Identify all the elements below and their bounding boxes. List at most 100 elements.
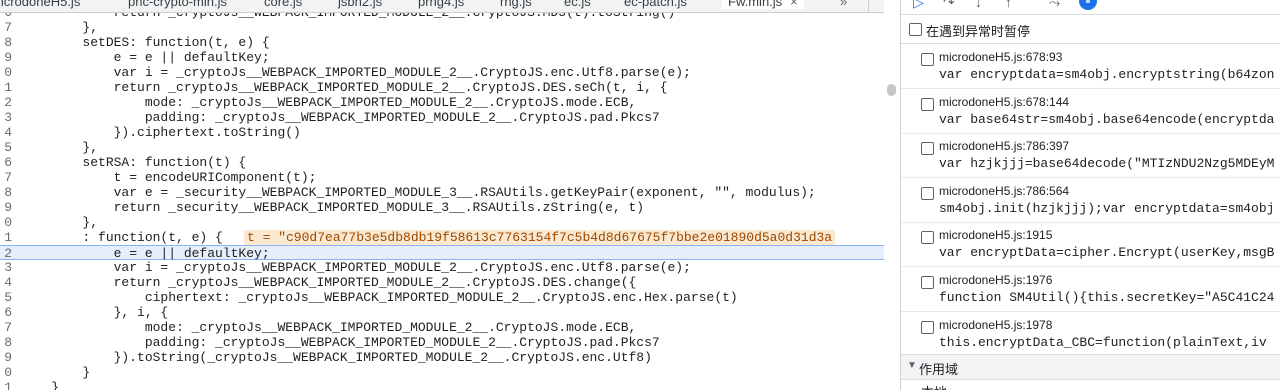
line-number[interactable]: 6	[0, 305, 12, 320]
breakpoint-item[interactable]: microdoneH5.js:678:93 var encryptdata=sm4…	[901, 44, 1280, 89]
breakpoint-item[interactable]: microdoneH5.js:786:397 var hzjkjjj=base64…	[901, 133, 1280, 179]
code-line[interactable]: 9 e = e || defaultKey;	[0, 50, 884, 65]
code-line[interactable]: 1 : function(t, e) { t = "c90d7ea77b3e5d…	[0, 230, 884, 245]
tab-fw-min-label: Fw.min.js	[728, 0, 783, 9]
code-line[interactable]: 3 padding: _cryptoJs__WEBPACK_IMPORTED_M…	[0, 110, 884, 125]
tab-microdoneh5[interactable]: microdoneH5.js	[0, 0, 80, 9]
code-line[interactable]: 7 },	[0, 20, 884, 35]
editor-scrollbar-thumb[interactable]	[887, 84, 896, 96]
line-number[interactable]: 1	[0, 230, 12, 245]
breakpoint-item[interactable]: microdoneH5.js:1976 function SM4Util(){th…	[901, 267, 1280, 312]
line-number[interactable]: 0	[0, 65, 12, 80]
code-line[interactable]: 6 return _cryptoJs__WEBPACK_IMPORTED_MOD…	[0, 13, 884, 20]
code-line[interactable]: 9 }).toString(_cryptoJs__WEBPACK_IMPORTE…	[0, 350, 884, 365]
code-line[interactable]: 0 }	[0, 365, 884, 380]
breakpoint-item[interactable]: microdoneH5.js:678:144 var base64str=sm4o…	[901, 89, 1280, 134]
line-number[interactable]: 8	[0, 35, 12, 50]
expand-arrow-icon[interactable]: ▼	[907, 360, 917, 371]
breakpoint-checkbox[interactable]	[921, 97, 934, 111]
line-number[interactable]: 9	[0, 200, 12, 215]
line-number[interactable]: 8	[0, 335, 12, 350]
code-text: var e = _security__WEBPACK_IMPORTED_MODU…	[20, 185, 816, 200]
code-line[interactable]: 9 return _security__WEBPACK_IMPORTED_MOD…	[0, 200, 884, 215]
code-text: },	[20, 215, 99, 230]
line-number[interactable]: 8	[0, 185, 12, 200]
line-number[interactable]: 5	[0, 140, 12, 155]
line-number[interactable]: 2	[0, 246, 12, 261]
line-number[interactable]: 0	[0, 215, 12, 230]
tab-ec-patch[interactable]: ec-patch.js	[624, 0, 687, 9]
code-line[interactable]: 0 var i = _cryptoJs__WEBPACK_IMPORTED_MO…	[0, 65, 884, 80]
pause-on-exceptions-row[interactable]: 在遇到异常时暂停	[901, 15, 1280, 44]
code-line[interactable]: 6 }, i, {	[0, 305, 884, 320]
file-tab-strip: microdoneH5.js pnc-crypto-min.js core.js…	[0, 0, 884, 13]
current-execution-line[interactable]: 2 e = e || defaultKey;	[0, 245, 884, 261]
more-tabs-icon[interactable]: »	[840, 0, 847, 9]
code-editor[interactable]: 6 return _cryptoJs__WEBPACK_IMPORTED_MOD…	[0, 13, 884, 390]
line-number[interactable]: 4	[0, 125, 12, 140]
code-line[interactable]: 1 return _cryptoJs__WEBPACK_IMPORTED_MOD…	[0, 80, 884, 95]
line-number[interactable]: 0	[0, 365, 12, 380]
breakpoint-item[interactable]: microdoneH5.js:786:564 sm4obj.init(hzjkjj…	[901, 178, 1280, 223]
line-number[interactable]: 1	[0, 80, 12, 95]
code-line[interactable]: 5 },	[0, 140, 884, 155]
code-text: setDES: function(t, e) {	[20, 35, 270, 50]
step-into-icon[interactable]: ↓	[975, 0, 982, 10]
breakpoint-code-snippet: this.encryptData_CBC=function(plainText,…	[939, 334, 1267, 350]
line-number[interactable]: 4	[0, 275, 12, 290]
code-line[interactable]: 4 }).ciphertext.toString()	[0, 125, 884, 140]
resume-icon[interactable]: ▷	[913, 0, 924, 11]
code-line[interactable]: 1 }	[0, 380, 884, 390]
step-out-icon[interactable]: ↑	[1005, 0, 1012, 10]
code-line[interactable]: 4 return _cryptoJs__WEBPACK_IMPORTED_MOD…	[0, 275, 884, 290]
breakpoint-location: microdoneH5.js:1978	[939, 317, 1053, 332]
breakpoint-item[interactable]: microdoneH5.js:1978 this.encryptData_CBC=…	[901, 312, 1280, 357]
code-line[interactable]: 5 ciphertext: _cryptoJs__WEBPACK_IMPORTE…	[0, 290, 884, 305]
tab-core[interactable]: core.js	[264, 0, 302, 9]
breakpoint-code-snippet: sm4obj.init(hzjkjjj);var encryptdata=sm4…	[939, 200, 1275, 216]
line-number[interactable]: 2	[0, 95, 12, 110]
line-number[interactable]: 6	[0, 13, 12, 20]
code-line[interactable]: 7 t = encodeURIComponent(t);	[0, 170, 884, 185]
tab-jsbn2[interactable]: jsbn2.js	[338, 0, 382, 9]
scope-section-header[interactable]: ▼ 作用域	[901, 354, 1280, 380]
line-number[interactable]: 5	[0, 290, 12, 305]
code-line[interactable]: 2 mode: _cryptoJs__WEBPACK_IMPORTED_MODU…	[0, 95, 884, 110]
line-number[interactable]: 1	[0, 380, 12, 390]
code-line[interactable]: 8 var e = _security__WEBPACK_IMPORTED_MO…	[0, 185, 884, 200]
pause-on-exceptions-checkbox[interactable]	[909, 23, 922, 36]
line-number[interactable]: 3	[0, 110, 12, 125]
breakpoint-checkbox[interactable]	[921, 276, 934, 289]
breakpoint-checkbox[interactable]	[921, 320, 934, 334]
breakpoint-checkbox[interactable]	[921, 231, 934, 245]
step-over-icon[interactable]: ↷	[943, 0, 955, 11]
code-line[interactable]: 6 setRSA: function(t) {	[0, 155, 884, 170]
tab-rng[interactable]: rng.js	[500, 0, 532, 9]
line-number[interactable]: 7	[0, 20, 12, 35]
breakpoint-item[interactable]: microdoneH5.js:1915 var encryptData=ciphe…	[901, 222, 1280, 268]
line-number[interactable]: 7	[0, 170, 12, 185]
code-line[interactable]: 8 setDES: function(t, e) {	[0, 35, 884, 50]
line-number[interactable]: 7	[0, 320, 12, 335]
line-number[interactable]: 3	[0, 260, 12, 275]
code-line[interactable]: 7 mode: _cryptoJs__WEBPACK_IMPORTED_MODU…	[0, 320, 884, 335]
pause-on-exceptions-icon[interactable]: ⏸	[1079, 0, 1097, 10]
breakpoint-checkbox[interactable]	[921, 186, 934, 200]
line-number[interactable]: 9	[0, 350, 12, 365]
code-text: var i = _cryptoJs__WEBPACK_IMPORTED_MODU…	[20, 260, 691, 275]
tab-pnc-crypto-min[interactable]: pnc-crypto-min.js	[128, 0, 227, 9]
code-line[interactable]: 0 },	[0, 215, 884, 230]
debugger-toolbar: ▷ ↷ ↓ ↑ ⤳ ⏸	[901, 0, 1280, 15]
line-number[interactable]: 9	[0, 50, 12, 65]
breakpoint-checkbox[interactable]	[921, 53, 934, 66]
code-line[interactable]: 8 padding: _cryptoJs__WEBPACK_IMPORTED_M…	[0, 335, 884, 350]
scope-local-label[interactable]: 本地	[921, 382, 947, 390]
close-icon[interactable]: ×	[790, 0, 798, 9]
tab-fw-min[interactable]: Fw.min.js ×	[722, 0, 804, 9]
line-number[interactable]: 6	[0, 155, 12, 170]
tab-ec[interactable]: ec.js	[564, 0, 591, 9]
deactivate-breakpoints-icon[interactable]: ⤳	[1049, 0, 1060, 11]
breakpoint-checkbox[interactable]	[921, 142, 934, 156]
tab-prng4[interactable]: prng4.js	[418, 0, 464, 9]
code-line[interactable]: 3 var i = _cryptoJs__WEBPACK_IMPORTED_MO…	[0, 260, 884, 275]
